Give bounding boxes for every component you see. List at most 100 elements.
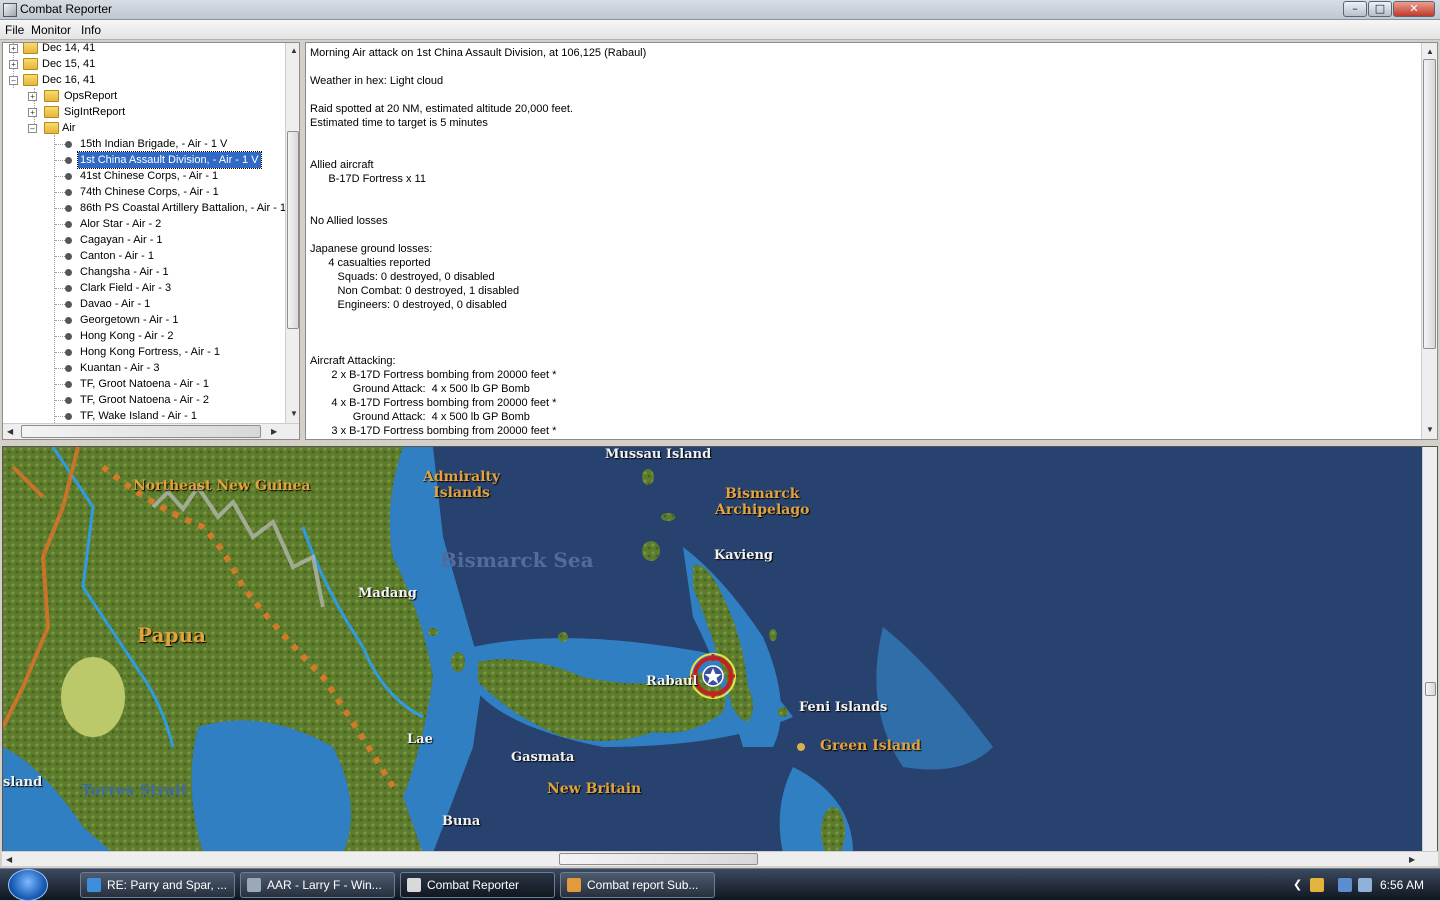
tree-air-report-item[interactable]: Hong Kong Fortress, - Air - 1 — [3, 344, 285, 360]
tree-date-node[interactable]: – Dec 16, 41 — [3, 72, 283, 88]
tree-air-report-item[interactable]: 86th PS Coastal Artillery Battalion, - A… — [3, 200, 287, 216]
tree-folder-node[interactable]: + SigIntReport — [3, 104, 283, 120]
bullet-icon — [65, 189, 72, 196]
tree-air-report-item[interactable]: Canton - Air - 1 — [3, 248, 285, 264]
volume-icon[interactable] — [1358, 878, 1372, 892]
map-vertical-scrollbar[interactable] — [1422, 447, 1437, 851]
taskbar-item[interactable]: RE: Parry and Spar, ... — [80, 872, 235, 898]
menu-bar: File Monitor Info — [0, 20, 1440, 40]
menu-info[interactable]: Info — [81, 23, 101, 37]
report-line: Raid spotted at 20 NM, estimated altitud… — [310, 103, 573, 115]
bullet-icon — [65, 381, 72, 388]
tree-label: Clark Field - Air - 3 — [80, 282, 172, 294]
tree-date-node[interactable]: + Dec 15, 41 — [3, 56, 283, 72]
taskbar-item[interactable]: Combat report Sub... — [560, 872, 715, 898]
tree-horizontal-scrollbar[interactable]: ◀ ▶ — [3, 423, 299, 439]
scrollbar-thumb[interactable] — [1425, 682, 1436, 696]
expand-icon[interactable]: + — [9, 44, 18, 53]
expand-icon[interactable]: + — [28, 92, 37, 101]
maximize-button[interactable]: □ — [1368, 1, 1392, 17]
clock[interactable]: 6:56 AM — [1380, 878, 1424, 892]
bullet-icon — [65, 269, 72, 276]
tree-air-report-item[interactable]: Alor Star - Air - 2 — [3, 216, 285, 232]
taskbar-item-label: AAR - Larry F - Win... — [267, 878, 382, 892]
expand-icon[interactable]: + — [9, 60, 18, 69]
scrollbar-thumb[interactable] — [1423, 59, 1436, 349]
tree-label: Cagayan - Air - 1 — [80, 234, 163, 246]
scroll-down-icon[interactable]: ▼ — [290, 409, 298, 418]
tree-folder-node[interactable]: – Air — [3, 120, 283, 136]
bullet-icon — [65, 365, 72, 372]
report-line: 3 x B-17D Fortress bombing from 20000 fe… — [310, 425, 557, 437]
report-line: Ground Attack: 4 x 500 lb GP Bomb — [310, 383, 530, 395]
collapse-icon[interactable]: – — [28, 124, 37, 133]
window-title: Combat Reporter — [20, 2, 113, 16]
tree-air-report-item[interactable]: 15th Indian Brigade, - Air - 1 V — [3, 136, 285, 152]
show-hidden-icons-icon[interactable]: ❮ — [1293, 878, 1302, 891]
bullet-icon — [65, 349, 72, 356]
tree-folder-node[interactable]: + OpsReport — [3, 88, 283, 104]
tree-label: Alor Star - Air - 2 — [80, 218, 162, 230]
network-icon[interactable] — [1338, 878, 1352, 892]
scroll-up-icon[interactable]: ▲ — [1426, 47, 1434, 56]
bullet-icon — [65, 317, 72, 324]
tree-label: TF, Groot Natoena - Air - 2 — [80, 394, 209, 406]
bullet-icon — [65, 141, 72, 148]
tree-air-report-item[interactable]: TF, Wake Island - Air - 1 — [3, 408, 285, 424]
combat-report-text[interactable]: Morning Air attack on 1st China Assault … — [305, 42, 1438, 440]
map-label-island: sland — [3, 775, 43, 790]
scroll-up-icon[interactable]: ▲ — [290, 46, 298, 55]
map-label-buna: Buna — [442, 814, 481, 829]
map-horizontal-scrollbar[interactable]: ◀ ▶ — [2, 851, 1438, 866]
tree-label: OpsReport — [64, 90, 118, 102]
scroll-left-icon[interactable]: ◀ — [7, 427, 13, 436]
tree-air-report-item[interactable]: Cagayan - Air - 1 — [3, 232, 285, 248]
report-line: Aircraft Attacking: — [310, 355, 396, 367]
document-icon — [247, 878, 261, 892]
scrollbar-thumb[interactable] — [559, 853, 758, 865]
tree-air-report-item[interactable]: 1st China Assault Division, - Air - 1 V — [3, 151, 285, 169]
tree-air-report-item[interactable]: Georgetown - Air - 1 — [3, 312, 285, 328]
taskbar-item-active[interactable]: Combat Reporter — [400, 872, 555, 898]
tree-air-report-item[interactable]: Hong Kong - Air - 2 — [3, 328, 285, 344]
tree-vertical-scrollbar[interactable]: ▲ ▼ — [285, 43, 299, 423]
tree-air-report-item[interactable]: Kuantan - Air - 3 — [3, 360, 285, 376]
bullet-icon — [65, 301, 72, 308]
report-line: No Allied losses — [310, 215, 388, 227]
scrollbar-thumb[interactable] — [287, 131, 299, 329]
tree-air-report-item[interactable]: TF, Groot Natoena - Air - 1 — [3, 376, 285, 392]
report-line: Engineers: 0 destroyed, 0 disabled — [310, 299, 507, 311]
tree-air-report-item[interactable]: TF, Groot Natoena - Air - 2 — [3, 392, 285, 408]
tree-air-report-item[interactable]: Changsha - Air - 1 — [3, 264, 285, 280]
scrollbar-thumb[interactable] — [21, 425, 261, 438]
minimize-button[interactable]: – — [1343, 1, 1367, 17]
start-button[interactable] — [8, 869, 48, 901]
map-label-torres-strait: Torres Strait — [81, 781, 188, 799]
scroll-left-icon[interactable]: ◀ — [6, 855, 12, 864]
tree-date-node[interactable]: + Dec 14, 41 — [3, 43, 283, 56]
report-line: Ground Attack: 4 x 500 lb GP Bomb — [310, 411, 530, 423]
scroll-right-icon[interactable]: ▶ — [271, 427, 277, 436]
tree-air-report-item[interactable]: 41st Chinese Corps, - Air - 1 — [3, 168, 285, 184]
tree-air-report-item[interactable]: Clark Field - Air - 3 — [3, 280, 285, 296]
close-button[interactable]: ✕ — [1393, 1, 1435, 17]
tree-air-report-item[interactable]: Davao - Air - 1 — [3, 296, 285, 312]
map-view[interactable]: Mussau Island Admiralty Islands Bismarck… — [2, 446, 1438, 852]
scroll-down-icon[interactable]: ▼ — [1426, 425, 1434, 434]
scroll-right-icon[interactable]: ▶ — [1409, 855, 1415, 864]
menu-file[interactable]: File — [5, 23, 24, 37]
tree-label: 15th Indian Brigade, - Air - 1 V — [80, 138, 228, 150]
menu-monitor[interactable]: Monitor — [31, 23, 71, 37]
collapse-icon[interactable]: – — [9, 76, 18, 85]
map-label-kavieng: Kavieng — [714, 548, 774, 563]
tree-air-report-item[interactable]: 74th Chinese Corps, - Air - 1 — [3, 184, 285, 200]
tree-label: Hong Kong - Air - 2 — [80, 330, 174, 342]
report-line: Estimated time to target is 5 minutes — [310, 117, 488, 129]
taskbar-item[interactable]: AAR - Larry F - Win... — [240, 872, 395, 898]
tree-label: Dec 15, 41 — [42, 58, 96, 70]
tray-app-icon[interactable] — [1310, 878, 1324, 892]
map-label-northeast-new-guinea: Northeast New Guinea — [133, 478, 311, 494]
report-vertical-scrollbar[interactable]: ▲ ▼ — [1421, 43, 1437, 439]
expand-icon[interactable]: + — [28, 108, 37, 117]
tree-label: 86th PS Coastal Artillery Battalion, - A… — [80, 202, 287, 214]
